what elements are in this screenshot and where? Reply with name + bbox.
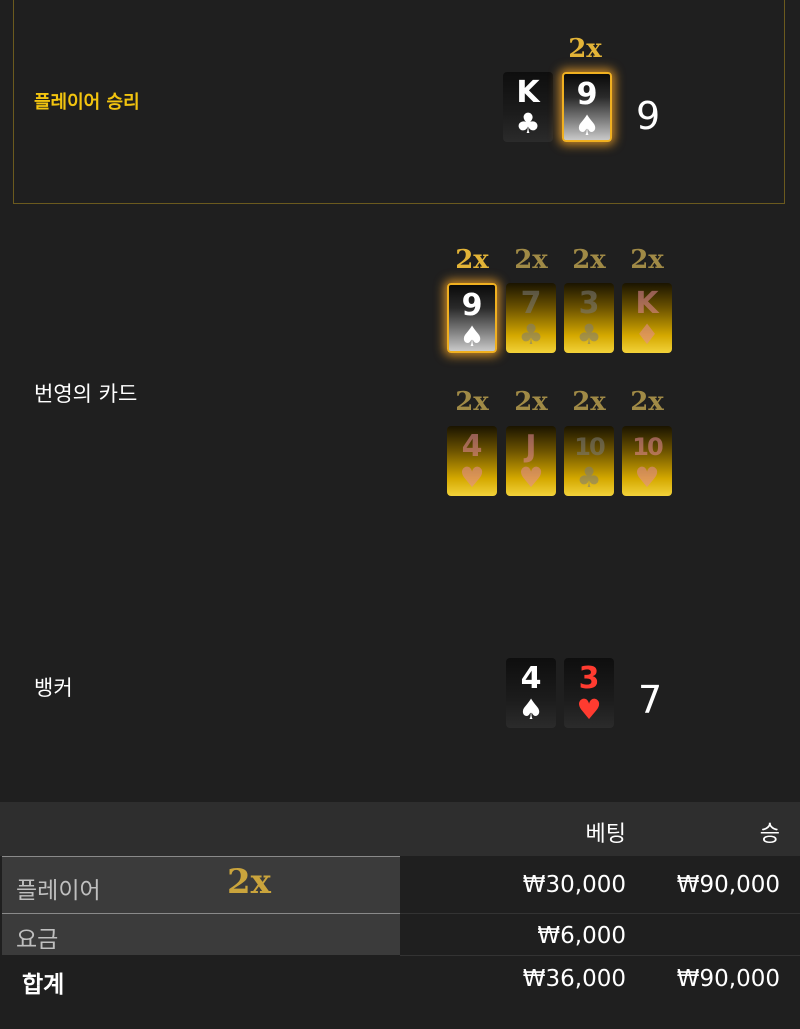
card-multiplier: 2x bbox=[514, 245, 548, 275]
card-multiplier: 2x bbox=[572, 387, 606, 417]
player-card: 9 ♠ bbox=[562, 72, 612, 142]
row-fee-bet: ₩6,000 bbox=[537, 923, 626, 949]
table-row-label: 플레이어 2x bbox=[2, 856, 400, 914]
card-multiplier: 2x bbox=[514, 387, 548, 417]
lightning-card: K ♦ bbox=[622, 283, 672, 353]
card-rank: 10 bbox=[632, 433, 663, 461]
lightning-card: 9 ♠ bbox=[447, 283, 497, 353]
card-multiplier: 2x bbox=[572, 245, 606, 275]
row-label-fee: 요금 bbox=[16, 927, 59, 953]
row-total-win: ₩90,000 bbox=[676, 966, 780, 992]
card-suit-icon: ♣ bbox=[576, 461, 602, 494]
banker-card: 4 ♠ bbox=[506, 658, 556, 728]
lightning-card: 7 ♣ bbox=[506, 283, 556, 353]
card-multiplier: 2x bbox=[630, 245, 664, 275]
bet-summary-table: 베팅 승 플레이어 2x ₩30,000 ₩90,000 요금 ₩6,000 합… bbox=[0, 802, 800, 1029]
card-rank: 9 bbox=[576, 77, 598, 112]
card-rank: 10 bbox=[574, 433, 605, 461]
card-rank: K bbox=[635, 286, 659, 321]
row-player-bet: ₩30,000 bbox=[522, 872, 626, 898]
card-rank: 3 bbox=[578, 286, 600, 321]
card-rank: J bbox=[525, 429, 537, 464]
lightning-card: 10 ♣ bbox=[564, 426, 614, 496]
card-suit-icon: ♠ bbox=[459, 320, 485, 353]
row-label-total: 합계 bbox=[22, 972, 65, 998]
card-suit-icon: ♣ bbox=[515, 107, 541, 140]
card-rank: K bbox=[516, 75, 540, 110]
lightning-card: 3 ♣ bbox=[564, 283, 614, 353]
card-multiplier: 2x bbox=[630, 387, 664, 417]
banker-label: 뱅커 bbox=[34, 676, 73, 700]
card-suit-icon: ♥ bbox=[634, 461, 660, 494]
card-rank: 4 bbox=[461, 429, 483, 464]
table-row-label: 요금 bbox=[2, 913, 400, 955]
card-rank: 3 bbox=[578, 661, 600, 696]
row-divider bbox=[400, 913, 800, 914]
card-suit-icon: ♥ bbox=[459, 461, 485, 494]
table-header: 베팅 승 bbox=[0, 802, 800, 856]
card-rank: 9 bbox=[461, 288, 483, 323]
lightning-card: J ♥ bbox=[506, 426, 556, 496]
row-player-win: ₩90,000 bbox=[676, 872, 780, 898]
card-rank: 7 bbox=[520, 286, 542, 321]
row-divider bbox=[400, 955, 800, 956]
player-win-label: 플레이어 승리 bbox=[34, 92, 140, 113]
player-card: K ♣ bbox=[503, 72, 553, 142]
player-card-multiplier: 2x bbox=[568, 34, 602, 64]
win-column-header: 승 bbox=[759, 822, 780, 847]
banker-score: 7 bbox=[638, 678, 663, 722]
player-score: 9 bbox=[636, 94, 661, 138]
card-rank: 4 bbox=[520, 661, 542, 696]
row-total-bet: ₩36,000 bbox=[522, 966, 626, 992]
lightning-card: 4 ♥ bbox=[447, 426, 497, 496]
lightning-card: 10 ♥ bbox=[622, 426, 672, 496]
card-suit-icon: ♣ bbox=[576, 318, 602, 351]
card-multiplier: 2x bbox=[455, 387, 489, 417]
card-suit-icon: ♠ bbox=[574, 109, 600, 142]
card-suit-icon: ♦ bbox=[634, 318, 660, 351]
card-suit-icon: ♣ bbox=[518, 318, 544, 351]
card-suit-icon: ♠ bbox=[518, 693, 544, 726]
banker-card: 3 ♥ bbox=[564, 658, 614, 728]
card-multiplier: 2x bbox=[455, 245, 489, 275]
bet-column-header: 베팅 bbox=[585, 822, 626, 847]
row-label-player: 플레이어 bbox=[16, 878, 101, 904]
card-suit-icon: ♥ bbox=[576, 693, 602, 726]
lightning-cards-label: 번영의 카드 bbox=[34, 382, 138, 406]
row-multiplier: 2x bbox=[227, 862, 271, 902]
card-suit-icon: ♥ bbox=[518, 461, 544, 494]
